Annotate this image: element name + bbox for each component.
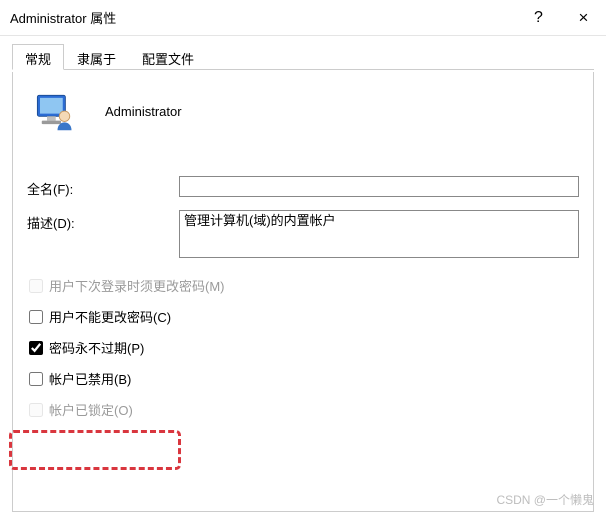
locked-checkbox: [29, 403, 43, 417]
tab-general-label: 常规: [25, 52, 51, 67]
account-disabled-checkbox[interactable]: [29, 372, 43, 386]
user-name: Administrator: [105, 104, 182, 119]
tab-member-of-label: 隶属于: [77, 52, 116, 67]
user-header: Administrator: [27, 90, 579, 132]
locked-row: 帐户已锁定(O): [27, 400, 579, 419]
account-disabled-row[interactable]: 帐户已禁用(B): [27, 369, 579, 388]
dialog-content: 常规 隶属于 配置文件 Administrator 全名(F): 描述: [0, 36, 606, 512]
checkbox-group: 用户下次登录时须更改密码(M) 用户不能更改密码(C) 密码永不过期(P) 帐户…: [27, 276, 579, 419]
tab-profile[interactable]: 配置文件: [129, 44, 207, 69]
never-expires-row[interactable]: 密码永不过期(P): [27, 338, 579, 357]
tab-general[interactable]: 常规: [12, 44, 64, 70]
close-button[interactable]: ×: [561, 0, 606, 36]
cannot-change-label: 用户不能更改密码(C): [49, 307, 171, 326]
must-change-row: 用户下次登录时须更改密码(M): [27, 276, 579, 295]
description-row: 描述(D):: [27, 210, 579, 258]
account-disabled-label: 帐户已禁用(B): [49, 369, 131, 388]
fullname-input[interactable]: [179, 176, 579, 197]
help-icon: ?: [534, 9, 543, 27]
description-input[interactable]: [179, 210, 579, 258]
titlebar: Administrator 属性 ? ×: [0, 0, 606, 36]
user-icon: [33, 90, 75, 132]
cannot-change-checkbox[interactable]: [29, 310, 43, 324]
tab-profile-label: 配置文件: [142, 52, 194, 67]
fullname-label: 全名(F):: [27, 176, 179, 198]
must-change-checkbox: [29, 279, 43, 293]
locked-label: 帐户已锁定(O): [49, 400, 133, 419]
help-button[interactable]: ?: [516, 0, 561, 36]
close-icon: ×: [579, 8, 589, 28]
tab-strip: 常规 隶属于 配置文件: [12, 44, 594, 70]
must-change-label: 用户下次登录时须更改密码(M): [49, 276, 225, 295]
watermark: CSDN @一个懒鬼: [496, 491, 594, 508]
description-label: 描述(D):: [27, 210, 179, 232]
cannot-change-row[interactable]: 用户不能更改密码(C): [27, 307, 579, 326]
never-expires-checkbox[interactable]: [29, 341, 43, 355]
window-title: Administrator 属性: [10, 8, 516, 27]
fullname-row: 全名(F):: [27, 176, 579, 198]
general-panel: Administrator 全名(F): 描述(D): 用户下次登录时须更改密码…: [12, 72, 594, 512]
never-expires-label: 密码永不过期(P): [49, 338, 144, 357]
tab-member-of[interactable]: 隶属于: [64, 44, 129, 69]
